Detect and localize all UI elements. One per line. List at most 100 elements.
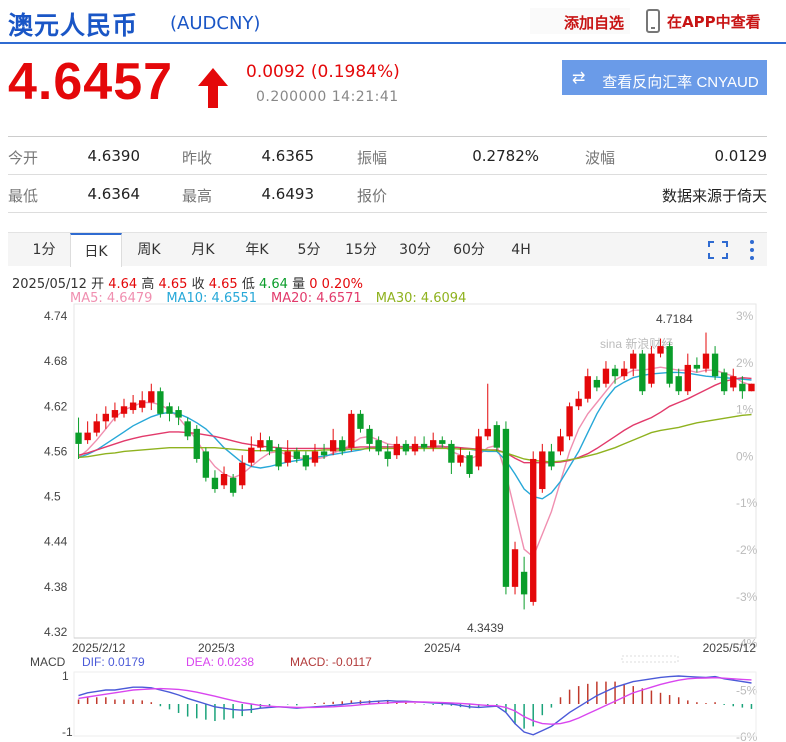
y-tick-label: 4.38	[44, 580, 68, 594]
candle-body	[202, 451, 210, 478]
ma-line-ma5	[78, 366, 752, 558]
tab-4[interactable]: 年K	[230, 233, 284, 267]
candle-body	[148, 391, 155, 403]
pct-tick-label: -3%	[736, 590, 758, 604]
stats-row: 最低 4.6364 最高 4.6493 报价 数据来源于倚天	[8, 175, 767, 213]
candle-body	[384, 451, 391, 459]
info-pct-value: 0.20%	[321, 277, 363, 292]
candle-body	[548, 451, 555, 467]
more-icon[interactable]	[748, 238, 756, 262]
candle-body	[530, 458, 537, 602]
y-tick-label: 4.56	[44, 444, 68, 458]
macd-title: MACD	[30, 655, 66, 669]
x-tick-label: 2025/2/12	[72, 641, 126, 655]
y-tick-label: 4.68	[44, 354, 68, 368]
candle-body	[675, 376, 682, 392]
candle-body	[430, 440, 437, 448]
low-value: 4.6364	[87, 185, 141, 203]
data-source: 数据来源于倚天	[661, 187, 767, 205]
low-annotation: 4.3439	[467, 621, 504, 635]
candle-body	[111, 410, 119, 418]
tab-2[interactable]: 周K	[122, 233, 176, 267]
pct-tick-label: 0%	[736, 449, 754, 463]
candle-body	[102, 413, 110, 422]
candle-body	[220, 474, 228, 486]
kline-chart[interactable]: 4.744.684.624.564.54.444.384.323%2%1%0%-…	[0, 300, 786, 742]
view-in-app-link[interactable]: 在APP中查看	[667, 11, 761, 32]
reverse-rate-button[interactable]: ⇄ 查看反向汇率 CNYAUD	[562, 60, 767, 95]
candle-body	[566, 406, 573, 437]
candle-body	[702, 353, 710, 369]
add-favorite-button[interactable]: 添加自选	[530, 8, 631, 34]
tab-6[interactable]: 15分	[334, 233, 388, 267]
y-tick-label: 4.44	[44, 535, 68, 549]
period-tabs: 1分 日K 周K 月K 年K 5分 15分 30分 60分 4H	[8, 232, 767, 267]
candle-body	[139, 400, 146, 408]
fullscreen-icon[interactable]	[708, 241, 728, 259]
tab-1[interactable]: 日K	[70, 233, 122, 267]
tab-0[interactable]: 1分	[18, 233, 70, 267]
stats-table: 今开 4.6390 昨收 4.6365 振幅 0.2782% 波幅 0.0129…	[8, 136, 767, 213]
candle-body	[684, 364, 691, 392]
candle-body	[157, 391, 164, 414]
candle-body	[593, 379, 601, 388]
candle-body	[457, 455, 464, 463]
tab-7[interactable]: 30分	[388, 233, 442, 267]
candle-info: 2025/05/12 开 4.64 高 4.65 收 4.65 低 4.64 量…	[12, 273, 363, 292]
low-label: 最低	[8, 187, 39, 205]
high-annotation: 4.7184	[656, 312, 693, 326]
pct-tick-label: -2%	[736, 543, 758, 557]
candle-body	[239, 462, 246, 486]
candle-body	[248, 447, 255, 463]
macd-tick-label: -1	[62, 725, 73, 739]
candle-body	[711, 353, 719, 377]
macd-dif-line	[78, 675, 752, 736]
candle-body	[275, 447, 282, 467]
up-arrow-icon	[198, 68, 228, 108]
amplitude-label: 振幅	[357, 149, 388, 167]
info-close-value: 4.65	[208, 277, 238, 292]
candle-body	[120, 406, 128, 414]
candle-body	[584, 376, 591, 399]
price-change: 0.0092 (0.1984%)	[246, 62, 400, 82]
tab-5[interactable]: 5分	[284, 233, 334, 267]
macd-dea-line	[78, 676, 752, 725]
candle-body	[339, 440, 346, 452]
info-low-value: 4.64	[258, 277, 288, 292]
candle-body	[657, 346, 664, 354]
y-tick-label: 4.74	[44, 309, 68, 323]
open-label: 今开	[8, 149, 39, 167]
candle-body	[357, 413, 364, 429]
stats-row: 今开 4.6390 昨收 4.6365 振幅 0.2782% 波幅 0.0129	[8, 137, 767, 175]
candle-body	[375, 440, 382, 452]
candle-body	[193, 428, 200, 459]
candle-body	[329, 440, 337, 452]
candle-body	[493, 425, 501, 448]
pct-tick-label: -1%	[736, 496, 758, 510]
x-tick-label: 2025/4	[424, 641, 461, 655]
candle-body	[466, 455, 473, 474]
candle-body	[575, 398, 582, 407]
swap-icon: ⇄	[572, 70, 586, 87]
macd-dea: DEA: 0.0238	[186, 655, 254, 669]
prev-close-value: 4.6365	[261, 147, 315, 165]
candle-body	[730, 376, 737, 388]
pct-tick-label: -5%	[736, 683, 758, 697]
pct-tick-label: 3%	[736, 309, 754, 323]
candle-body	[484, 428, 491, 437]
candle-body	[393, 443, 400, 456]
candle-body	[266, 440, 273, 452]
candle-body	[93, 421, 100, 433]
candle-body	[257, 440, 264, 448]
candle-body	[630, 353, 637, 369]
tab-3[interactable]: 月K	[176, 233, 230, 267]
candle-body	[211, 477, 219, 490]
quote-label: 报价	[357, 187, 388, 205]
candle-body	[184, 421, 191, 437]
ma-line-ma10	[78, 371, 752, 500]
tab-8[interactable]: 60分	[442, 233, 496, 267]
reverse-rate-label: 查看反向汇率 CNYAUD	[602, 74, 759, 91]
info-open-label: 开	[91, 277, 105, 292]
candle-body	[311, 451, 319, 463]
tab-9[interactable]: 4H	[496, 233, 546, 267]
